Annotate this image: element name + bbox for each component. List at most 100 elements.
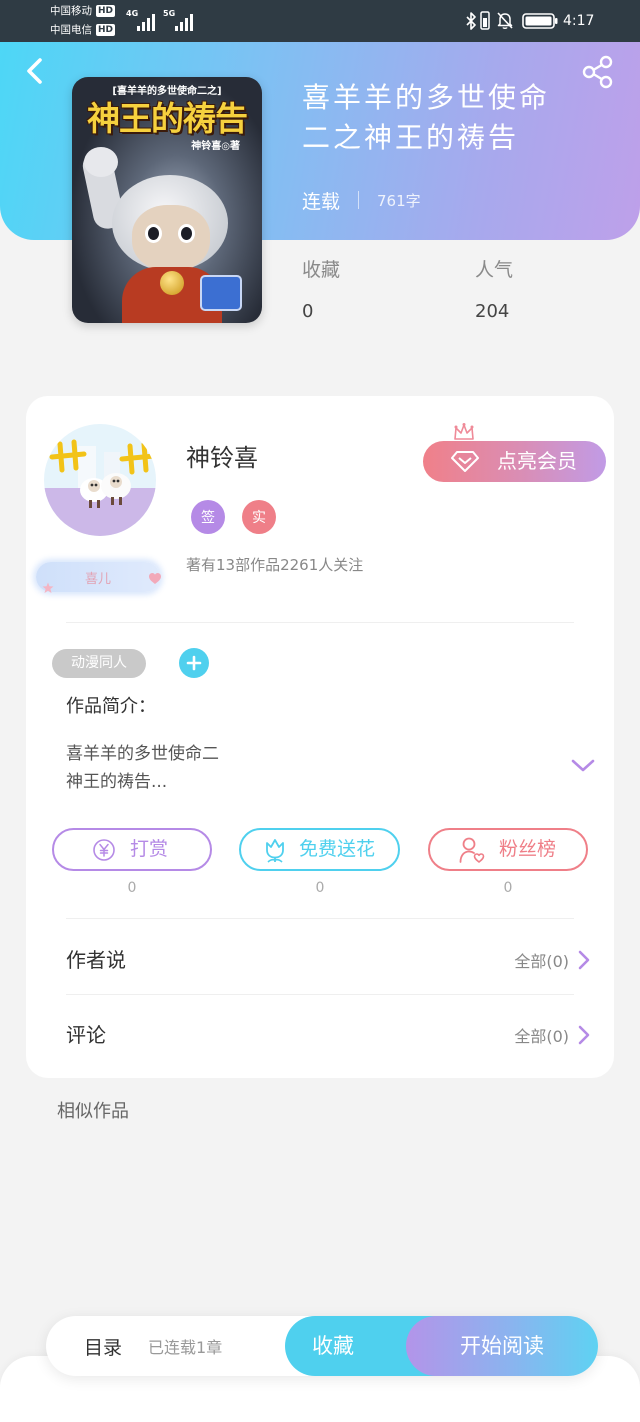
chevron-down-icon bbox=[571, 759, 595, 772]
author-notes-row[interactable]: 作者说 全部(0) bbox=[26, 930, 614, 990]
verified-badge: 实 bbox=[242, 500, 276, 534]
flower-icon bbox=[266, 838, 284, 863]
genre-tag[interactable]: 动漫同人 bbox=[52, 649, 146, 678]
view-all-label: 全部(0) bbox=[514, 952, 569, 971]
send-flower-button[interactable]: 免费送花 bbox=[239, 828, 400, 871]
share-icon bbox=[582, 55, 613, 89]
clock-time: 4:17 bbox=[563, 13, 595, 29]
intro-label: 作品简介： bbox=[66, 696, 156, 717]
detail-card: 喜儿 神铃喜 点亮会员 签 实 著有13部作品2261人关注 动漫同人 作品简介… bbox=[26, 396, 614, 1078]
network-type: 5G bbox=[163, 9, 176, 18]
fan-badge: 喜儿 bbox=[36, 562, 160, 592]
start-reading-button[interactable]: 开始阅读 bbox=[406, 1316, 598, 1376]
carrier-2: 中国电信 HD bbox=[50, 23, 116, 37]
cover-character-device bbox=[200, 275, 242, 311]
chevron-right-icon bbox=[578, 1025, 590, 1045]
battery-icon bbox=[522, 13, 558, 29]
intro-text-line: 神王的祷告... bbox=[66, 772, 168, 792]
book-cover[interactable]: [喜羊羊的多世使命二之] 神王的祷告 神铃喜◎著 bbox=[72, 77, 262, 323]
badge-label: 签 bbox=[201, 510, 215, 526]
fan-badge-label: 喜儿 bbox=[84, 571, 111, 587]
divider bbox=[66, 622, 574, 623]
flower-count: 0 bbox=[315, 880, 325, 896]
author-avatar[interactable] bbox=[44, 424, 156, 536]
stat-label: 人气 bbox=[475, 259, 514, 281]
carrier-name: 中国移动 bbox=[50, 5, 92, 17]
cover-character-eye bbox=[145, 224, 162, 243]
catalog-label: 目录 bbox=[84, 1336, 123, 1359]
bottom-action-bar: 目录 已连载1章 收藏 开始阅读 bbox=[46, 1316, 598, 1376]
cover-character-eye bbox=[178, 224, 195, 243]
status-bar: 中国移动 HD 中国电信 HD 4G 5G 4:17 bbox=[0, 0, 640, 42]
reward-button[interactable]: 打赏 bbox=[52, 828, 212, 871]
star-icon bbox=[42, 582, 54, 593]
author-summary: 著有13部作品2261人关注 bbox=[186, 556, 364, 574]
intro-text-line: 喜羊羊的多世使命二 bbox=[66, 744, 219, 764]
chevron-right-icon bbox=[578, 950, 590, 970]
similar-works-heading: 相似作品 bbox=[57, 1101, 129, 1122]
vip-button-label: 点亮会员 bbox=[497, 449, 577, 473]
cover-character-fist bbox=[84, 147, 118, 177]
cover-title: 神王的祷告 bbox=[87, 99, 248, 138]
fan-count: 0 bbox=[503, 880, 513, 896]
row-title: 评论 bbox=[66, 1023, 106, 1047]
view-all-link[interactable]: 全部(0) bbox=[514, 1005, 590, 1065]
diamond-icon bbox=[451, 451, 479, 472]
crown-icon bbox=[454, 423, 474, 440]
bluetooth-icon bbox=[466, 12, 476, 30]
row-title: 作者说 bbox=[66, 948, 126, 972]
expand-intro-button[interactable] bbox=[571, 759, 595, 779]
catalog-button[interactable]: 目录 已连载1章 bbox=[84, 1316, 222, 1376]
bell-off-icon bbox=[497, 12, 513, 30]
book-title-line: 二之神王的祷告 bbox=[302, 121, 520, 154]
cover-author: 神铃喜◎著 bbox=[191, 141, 240, 152]
divider bbox=[66, 994, 574, 995]
cover-series-label: [喜羊羊的多世使命二之] bbox=[112, 86, 222, 97]
book-title: 喜羊羊的多世使命 二之神王的祷告 bbox=[302, 78, 550, 158]
reward-label: 打赏 bbox=[130, 838, 169, 860]
cover-character-bell bbox=[160, 271, 184, 295]
signal-2: 5G bbox=[163, 9, 195, 33]
reward-count: 0 bbox=[127, 880, 137, 896]
divider bbox=[66, 918, 574, 919]
serial-info: 连载 761字 bbox=[302, 188, 421, 213]
stat-value: 0 bbox=[302, 301, 314, 322]
stat-value: 204 bbox=[475, 301, 510, 322]
carrier-1: 中国移动 HD bbox=[50, 4, 116, 18]
book-title-line: 喜羊羊的多世使命 bbox=[302, 81, 551, 114]
badge-label: 实 bbox=[252, 510, 266, 526]
separator bbox=[358, 191, 360, 209]
collect-label: 收藏 bbox=[312, 1334, 354, 1358]
vip-button[interactable]: 点亮会员 bbox=[423, 441, 606, 482]
view-all-link[interactable]: 全部(0) bbox=[514, 930, 590, 990]
vibrate-icon bbox=[480, 11, 490, 30]
stat-favorites: 收藏 0 bbox=[302, 257, 340, 324]
fan-ranking-button[interactable]: 粉丝榜 bbox=[428, 828, 588, 871]
signal-icon bbox=[137, 14, 155, 31]
author-name[interactable]: 神铃喜 bbox=[186, 442, 258, 474]
back-button[interactable] bbox=[24, 56, 50, 88]
view-all-label: 全部(0) bbox=[514, 1027, 569, 1046]
add-tag-button[interactable] bbox=[179, 648, 209, 678]
signal-1: 4G bbox=[126, 9, 160, 33]
cover-character-face bbox=[132, 205, 210, 271]
start-reading-label: 开始阅读 bbox=[460, 1334, 544, 1358]
fan-ranking-label: 粉丝榜 bbox=[499, 838, 557, 860]
comments-row[interactable]: 评论 全部(0) bbox=[26, 1005, 614, 1065]
chapter-count: 已连载1章 bbox=[148, 1338, 223, 1357]
stat-label: 收藏 bbox=[302, 259, 341, 281]
plus-icon bbox=[186, 655, 202, 671]
stat-popularity: 人气 204 bbox=[475, 257, 513, 324]
avatar-image bbox=[44, 424, 156, 536]
share-button[interactable] bbox=[580, 54, 616, 90]
heart-icon bbox=[149, 573, 161, 584]
yen-icon bbox=[93, 838, 115, 861]
carrier-name: 中国电信 bbox=[50, 24, 92, 36]
back-arrow-icon bbox=[27, 58, 42, 84]
intro-text: 喜羊羊的多世使命二 神王的祷告... bbox=[66, 740, 219, 796]
hd-badge: HD bbox=[96, 24, 116, 36]
serial-status: 连载 bbox=[302, 190, 341, 213]
fan-rank-icon bbox=[459, 837, 485, 863]
signed-badge: 签 bbox=[191, 500, 225, 534]
signal-icon bbox=[175, 14, 193, 31]
